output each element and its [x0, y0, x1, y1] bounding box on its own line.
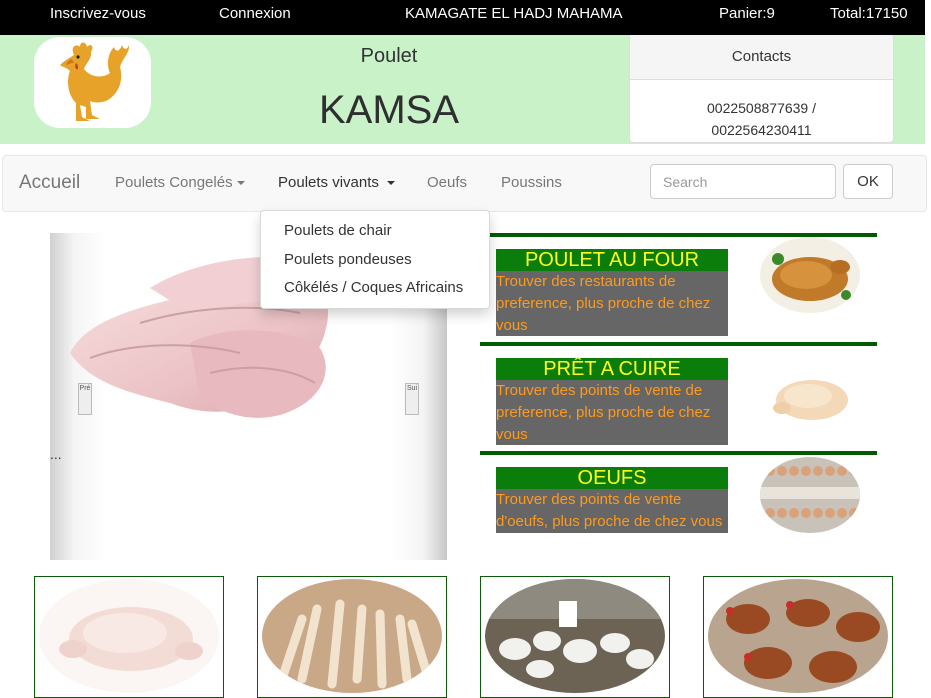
nav-eggs[interactable]: Oeufs — [427, 174, 467, 191]
contacts-panel: Contacts 0022508877639 / 0022564230411 — [629, 35, 894, 143]
raw-chicken-image — [760, 362, 860, 438]
feature-desc-ready: Trouver des points de vente de preferenc… — [496, 380, 728, 445]
feature-title-ready[interactable]: PRÊT A CUIRE — [496, 358, 728, 380]
site-header: Poulet KAMSA Contacts 0022508877639 / 00… — [0, 35, 925, 144]
carousel-ellipsis: ... — [50, 446, 62, 462]
broiler-farm-image — [485, 579, 665, 693]
main-navbar: Accueil Poulets Congelés Poulets vivants… — [2, 155, 927, 212]
nav-chicks[interactable]: Poussins — [501, 174, 562, 191]
user-name[interactable]: KAMAGATE EL HADJ MAHAMA — [405, 5, 623, 22]
feature-desc-eggs: Trouver des points de vente d'oeufs, plu… — [496, 489, 728, 533]
search-ok-button[interactable]: OK — [843, 164, 893, 199]
dropdown-item-african-roosters[interactable]: Côkélés / Coques Africains — [284, 279, 463, 296]
carousel-next-button[interactable]: Sui — [405, 383, 419, 415]
feature-title-eggs[interactable]: OEUFS — [496, 467, 728, 489]
whole-chicken-image — [39, 579, 219, 693]
contacts-phones: 0022508877639 / 0022564230411 — [630, 80, 893, 141]
signup-link[interactable]: Inscrivez-vous — [50, 5, 146, 22]
feature-divider — [480, 451, 877, 455]
laying-hens-image — [708, 579, 888, 693]
cart-total: Total:17150 — [830, 5, 908, 22]
nav-live-chickens[interactable]: Poulets vivants — [278, 174, 395, 191]
product-card-live-broilers[interactable] — [480, 576, 670, 698]
product-card-chicken-feet[interactable] — [257, 576, 447, 698]
rooster-icon — [60, 42, 130, 121]
cart-count[interactable]: Panier:9 — [719, 5, 775, 22]
brand-subtitle: Poulet — [360, 45, 418, 67]
chicken-feet-image — [262, 579, 442, 693]
top-bar: Inscrivez-vous Connexion KAMAGATE EL HAD… — [0, 0, 925, 35]
nav-frozen-chickens[interactable]: Poulets Congelés — [115, 174, 245, 191]
caret-down-icon — [386, 181, 395, 186]
feature-divider — [480, 233, 877, 237]
dropdown-item-broilers[interactable]: Poulets de chair — [284, 222, 392, 239]
feature-desc-roast: Trouver des restaurants de preference, p… — [496, 271, 728, 336]
dropdown-item-layers[interactable]: Poulets pondeuses — [284, 251, 412, 268]
product-card-frozen-chicken[interactable] — [34, 576, 224, 698]
search-input[interactable] — [650, 164, 836, 199]
product-card-laying-hens[interactable] — [703, 576, 893, 698]
roast-chicken-thumbnail[interactable] — [760, 237, 860, 313]
roast-chicken-image — [760, 237, 860, 313]
contacts-title: Contacts — [630, 35, 893, 80]
login-link[interactable]: Connexion — [219, 5, 291, 22]
rooster-logo[interactable] — [34, 37, 151, 128]
live-chickens-dropdown: Poulets de chair Poulets pondeuses Côkél… — [260, 210, 490, 309]
feature-divider — [480, 342, 877, 346]
nav-frozen-chickens-label: Poulets Congelés — [115, 174, 233, 191]
caret-down-icon — [236, 181, 245, 186]
phone-number-2: 0022564230411 — [711, 122, 812, 138]
feature-title-roast[interactable]: POULET AU FOUR — [496, 249, 728, 271]
nav-home[interactable]: Accueil — [19, 172, 80, 194]
eggs-thumbnail[interactable] — [760, 457, 860, 533]
phone-number-1: 0022508877639 / — [707, 100, 816, 116]
carousel-prev-button[interactable]: Pré — [78, 383, 92, 415]
nav-live-chickens-label: Poulets vivants — [278, 174, 379, 191]
raw-chicken-thumbnail[interactable] — [760, 362, 860, 438]
brand-title: KAMSA — [318, 88, 460, 132]
egg-trays-image — [760, 457, 860, 533]
